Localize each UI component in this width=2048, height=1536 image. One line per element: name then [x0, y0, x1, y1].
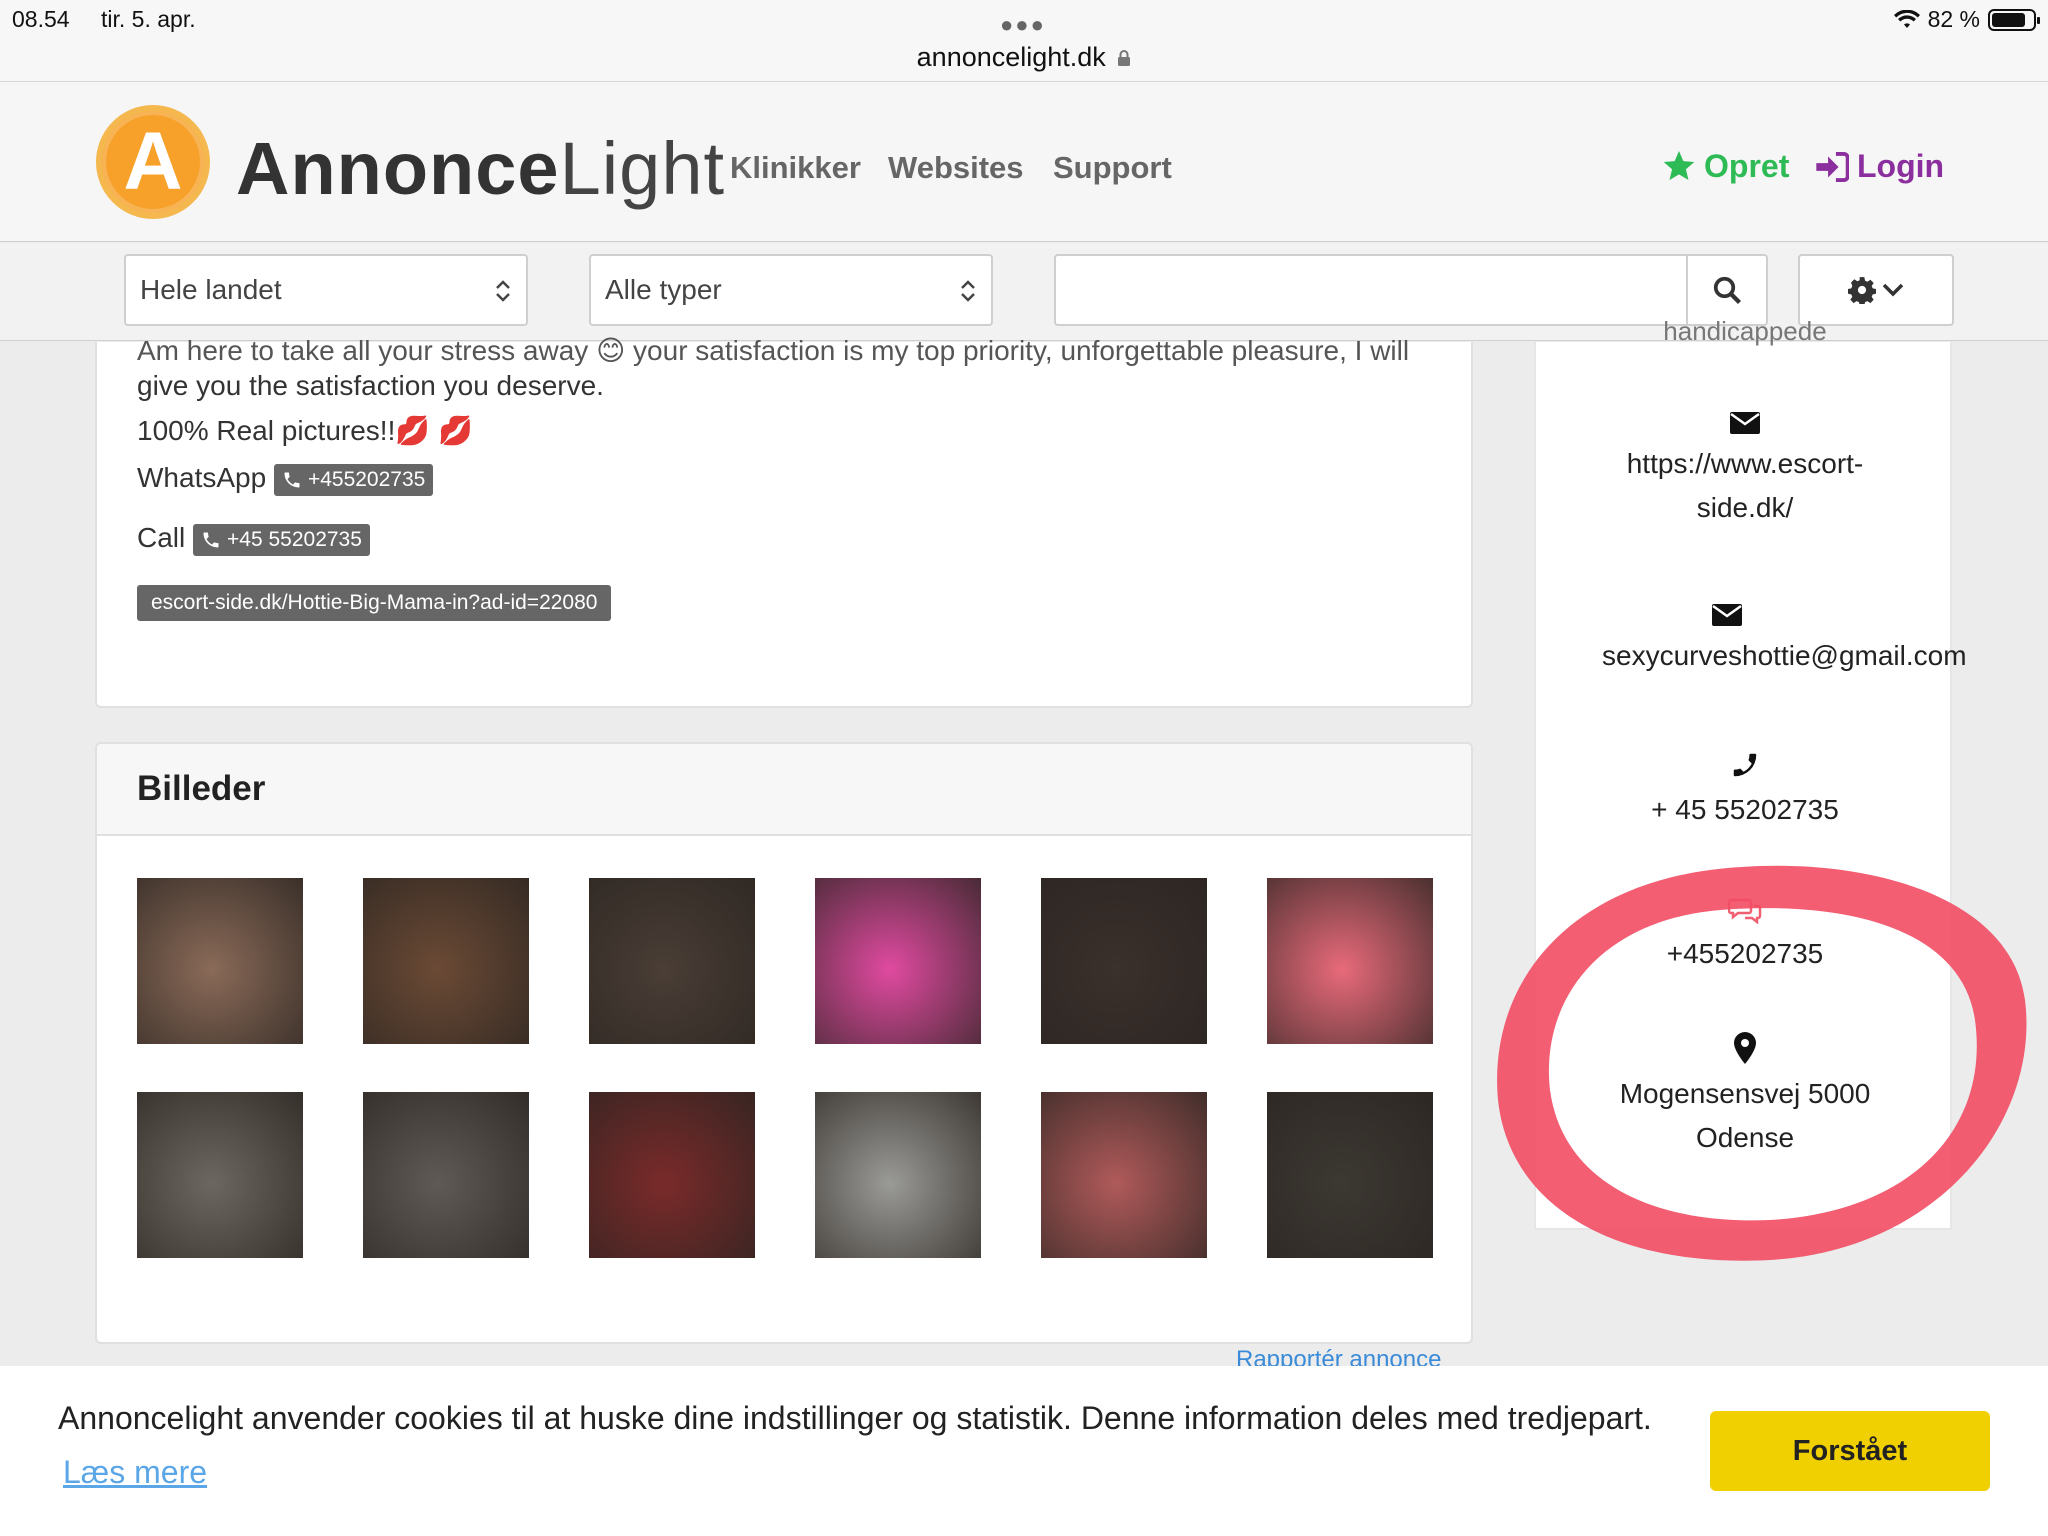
nav-support[interactable]: Support [1053, 150, 1172, 186]
region-select[interactable]: Hele landet [124, 254, 528, 326]
gallery-thumbnail[interactable] [137, 1092, 303, 1258]
gallery-title: Billeder [137, 769, 266, 808]
chat-item[interactable]: +455202735 [1536, 898, 1954, 976]
phone-icon [1733, 753, 1757, 777]
description-line: 100% Real pictures!!💋 💋 [137, 415, 473, 446]
description-cut-line: Am here to take all your stress away 😊 y… [137, 335, 1410, 366]
login-button[interactable]: Login [1815, 148, 1944, 185]
website-line1: https://www.escort- [1626, 448, 1864, 479]
description-line: give you the satisfaction you deserve. [137, 370, 604, 401]
status-date: tir. 5. apr. [101, 6, 196, 32]
envelope-icon [1712, 604, 1742, 626]
battery-icon [1988, 8, 2040, 31]
cookie-text: Annoncelight anvender cookies til at hus… [58, 1400, 1652, 1436]
call-number-badge[interactable]: +45 55202735 [193, 523, 370, 556]
gallery-thumbnail[interactable] [363, 878, 529, 1044]
email-item[interactable]: sexycurveshottie@gmail.com [1536, 604, 1967, 678]
chat-bubbles-icon [1728, 898, 1762, 924]
gallery-thumbnail[interactable] [1267, 1092, 1433, 1258]
phone-icon [203, 532, 219, 548]
type-select[interactable]: Alle typer [589, 254, 993, 326]
website-line2: side.dk/ [1696, 492, 1794, 523]
more-dots-icon[interactable]: ●●● [1000, 12, 1046, 38]
nav-websites[interactable]: Websites [888, 150, 1024, 186]
gallery-header: Billeder [97, 744, 1471, 836]
address-bar[interactable]: annoncelight.dk [0, 42, 2048, 73]
phone-item[interactable]: + 45 55202735 [1536, 750, 1954, 832]
sidebar-cut-text: handicappede [1663, 316, 1827, 346]
call-label: Call [137, 522, 186, 553]
map-marker-icon [1734, 1032, 1756, 1064]
gallery-thumbnail[interactable] [589, 1092, 755, 1258]
updown-caret-icon [961, 280, 975, 302]
gallery-thumbnail[interactable] [1267, 878, 1433, 1044]
chat-text: +455202735 [1666, 938, 1824, 969]
website-item[interactable]: https://www.escort- side.dk/ [1536, 412, 1954, 530]
phone-icon [284, 472, 300, 488]
ad-url-badge[interactable]: escort-side.dk/Hottie-Big-Mama-in?ad-id=… [137, 585, 612, 621]
lock-icon [1118, 50, 1131, 66]
gallery-thumbnail[interactable] [1041, 1092, 1207, 1258]
gallery-thumbnail[interactable] [363, 1092, 529, 1258]
opret-button[interactable]: Opret [1662, 148, 1789, 185]
gallery-thumbnail[interactable] [815, 878, 981, 1044]
accept-cookies-button[interactable]: Forstået [1710, 1411, 1990, 1491]
whatsapp-label: WhatsApp [137, 462, 267, 493]
gallery-thumbnail[interactable] [1041, 878, 1207, 1044]
address-item[interactable]: Mogensensvej 5000 Odense [1536, 1032, 1954, 1160]
contact-sidebar: handicappede https://www.escort- side.dk… [1534, 316, 1967, 1230]
sign-in-icon [1816, 151, 1849, 182]
search-button[interactable] [1686, 256, 1766, 324]
status-right: 82 % [1893, 6, 2040, 33]
gallery-thumbnail[interactable] [589, 878, 755, 1044]
ad-description-card: Am here to take all your stress away 😊 y… [95, 335, 1473, 708]
cookie-banner: Annoncelight anvender cookies til at hus… [0, 1366, 2048, 1536]
address-line1: Mogensensvej 5000 [1619, 1078, 1871, 1109]
address-line2: Odense [1695, 1122, 1795, 1153]
search-icon [1713, 276, 1742, 305]
call-row: Call +45 55202735 [137, 522, 370, 556]
battery-percent: 82 % [1927, 6, 1980, 32]
chevron-down-icon [1882, 283, 1904, 297]
status-time: 08.54 [12, 6, 70, 32]
address-url: annoncelight.dk [916, 42, 1106, 72]
nav-klinikker[interactable]: Klinikker [730, 150, 861, 186]
read-more-link[interactable]: Læs mere [63, 1454, 207, 1491]
site-header: A AnnonceLight Klinikker Websites Suppor… [0, 82, 2048, 242]
wifi-icon [1893, 9, 1920, 28]
logo-icon[interactable]: A [96, 105, 210, 219]
email-text: sexycurveshottie@gmail.com [1602, 640, 1967, 671]
gallery-thumbnail[interactable] [815, 1092, 981, 1258]
gallery-thumbnail[interactable] [137, 878, 303, 1044]
phone-text: + 45 55202735 [1651, 794, 1839, 825]
gear-icon [1848, 277, 1876, 304]
star-icon [1663, 150, 1695, 180]
envelope-icon [1730, 412, 1760, 434]
status-bar: 08.54 tir. 5. apr. ●●● annoncelight.dk 8… [0, 0, 2048, 82]
whatsapp-number-badge[interactable]: +455202735 [273, 463, 434, 496]
gallery-card: Billeder [95, 742, 1473, 1344]
updown-caret-icon [496, 280, 510, 302]
whatsapp-row: WhatsApp +455202735 [137, 462, 434, 496]
brand-name[interactable]: AnnonceLight [236, 126, 725, 211]
